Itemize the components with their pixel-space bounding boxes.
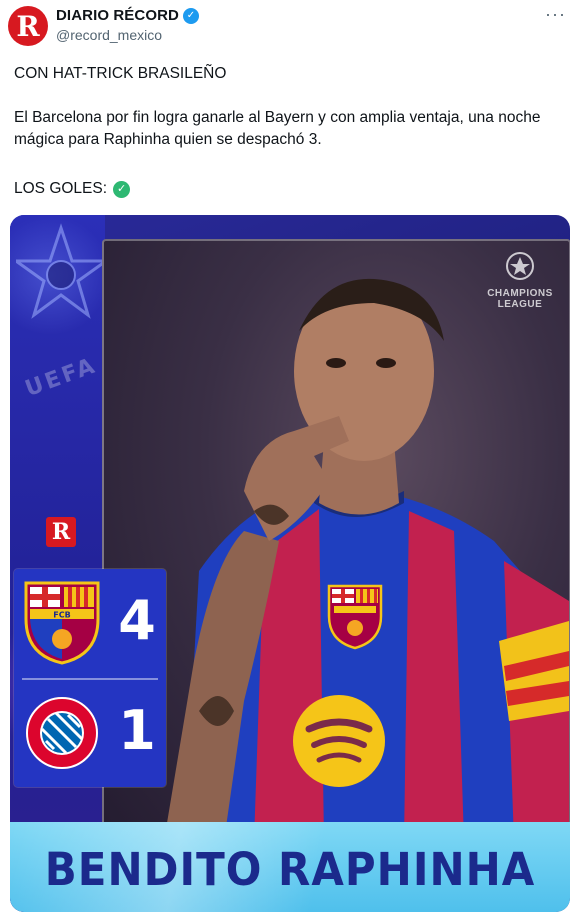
tweet-text-goals: LOS GOLES: ✓	[14, 178, 131, 200]
bayern-crest-icon	[26, 697, 98, 769]
champions-ball-icon	[506, 252, 534, 280]
score-divider	[22, 678, 158, 680]
player-photo: CHAMPIONS LEAGUE	[102, 239, 570, 843]
score-panel: FCB 4 1	[14, 569, 166, 787]
tweet-media-image[interactable]: UEFA CHAMPIONS LEAGUE R FCB 4 1 BENDITO …	[10, 215, 570, 912]
headline-text: BENDITO RAPHINHA	[44, 843, 536, 896]
champions-star-icon	[16, 223, 106, 319]
barcelona-crest-icon: FCB	[24, 581, 100, 665]
display-name[interactable]: DIARIO RÉCORD	[56, 7, 179, 24]
home-score: 4	[118, 589, 156, 652]
headline-band: BENDITO RAPHINHA	[10, 822, 570, 912]
cl-logo-line-2: LEAGUE	[497, 299, 543, 310]
account-avatar[interactable]: R	[8, 6, 48, 46]
verified-badge-icon: ✓	[182, 7, 199, 24]
away-score: 1	[118, 699, 156, 762]
account-handle[interactable]: @record_mexico	[56, 27, 162, 43]
player-illustration	[164, 278, 569, 841]
svg-text:FCB: FCB	[53, 611, 70, 620]
champions-league-logo: CHAMPIONS LEAGUE	[481, 251, 559, 310]
goals-label: LOS GOLES:	[14, 180, 108, 197]
tweet-text-body: El Barcelona por fin logra ganarle al Ba…	[14, 109, 541, 148]
account-name-row: DIARIO RÉCORD ✓	[56, 7, 199, 24]
more-options-icon[interactable]: ···	[545, 4, 566, 25]
uefa-watermark: UEFA	[21, 353, 101, 402]
check-mark-icon: ✓	[113, 180, 131, 198]
tweet-text-line-1: CON HAT-TRICK BRASILEÑO	[14, 65, 227, 82]
graphic-side-strip: UEFA	[10, 215, 106, 912]
record-logo-badge: R	[46, 517, 76, 547]
cl-logo-line-1: CHAMPIONS	[487, 288, 553, 299]
